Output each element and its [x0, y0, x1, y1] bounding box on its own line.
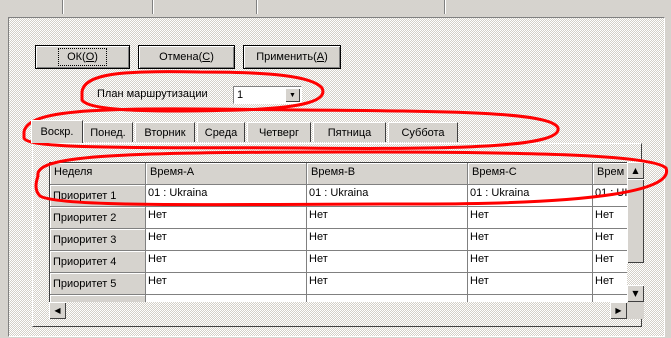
grid-cell[interactable]: [468, 295, 593, 302]
ok-label: ОК(: [67, 51, 86, 63]
grid-header-cell[interactable]: Время-С: [468, 163, 593, 185]
cancel-button[interactable]: Отмена(C): [138, 45, 235, 69]
routing-plan-label: План маршрутизации: [97, 88, 208, 100]
grid-cell[interactable]: Нет: [146, 207, 307, 229]
routing-grid[interactable]: Неделя Время-А Время-В Время-С Врем Прио…: [49, 162, 627, 302]
tab-thursday[interactable]: Четверг: [247, 122, 311, 142]
tab-wednesday[interactable]: Среда: [197, 122, 245, 142]
tab-friday[interactable]: Пятница: [313, 122, 386, 142]
scroll-corner: [627, 302, 644, 319]
grid-cell[interactable]: 01 : UI: [593, 185, 627, 207]
grid-cell[interactable]: Нет: [307, 251, 468, 273]
tab-saturday[interactable]: Суббота: [388, 122, 458, 142]
ok-accel: O: [85, 51, 95, 63]
tab-label: Суббота: [401, 126, 445, 139]
tab-tuesday[interactable]: Вторник: [135, 122, 195, 142]
grid-cell[interactable]: 01 : Ukraina: [146, 185, 307, 207]
tab-label: Воскр.: [40, 126, 74, 138]
scroll-thumb[interactable]: [627, 179, 644, 263]
grid-row-header[interactable]: Приоритет 4: [50, 251, 146, 273]
grid-cell[interactable]: Нет: [146, 251, 307, 273]
grid-cell[interactable]: Нет: [307, 207, 468, 229]
grid-cell[interactable]: Нет: [307, 273, 468, 295]
grid-cell[interactable]: Нет: [593, 207, 627, 229]
grid-row-header[interactable]: Приоритет 3: [50, 229, 146, 251]
ok-label-end: ): [94, 51, 98, 63]
vertical-scrollbar[interactable]: ▲ ▼: [627, 162, 644, 302]
cancel-accel: C: [202, 51, 211, 63]
routing-plan-select[interactable]: 1 ▼: [233, 86, 302, 104]
grid-cell[interactable]: Нет: [593, 251, 627, 273]
grid-cell[interactable]: [307, 295, 468, 302]
arrow-left-icon[interactable]: ◀: [49, 302, 66, 319]
apply-button[interactable]: Применить(A): [243, 45, 341, 69]
tab-label: Понед.: [90, 126, 126, 139]
grid-cell[interactable]: [593, 295, 627, 302]
cancel-label-end: ): [210, 51, 214, 63]
tab-sunday[interactable]: Воскр.: [31, 120, 83, 143]
grid-row-header[interactable]: Приоритет 2: [50, 207, 146, 229]
apply-accel: A: [316, 51, 325, 63]
routing-plan-value: 1: [237, 89, 244, 101]
grid-cell[interactable]: Нет: [593, 273, 627, 295]
grid-cell[interactable]: Нет: [468, 273, 593, 295]
grid-cell[interactable]: Нет: [468, 251, 593, 273]
arrow-up-icon[interactable]: ▲: [627, 162, 644, 179]
top-divider: [62, 0, 64, 14]
arrow-right-icon[interactable]: ▶: [610, 302, 627, 319]
grid-cell[interactable]: Нет: [593, 229, 627, 251]
grid-cell[interactable]: Нет: [468, 207, 593, 229]
chevron-down-icon[interactable]: ▼: [285, 88, 300, 102]
top-divider: [256, 0, 258, 14]
grid-cell[interactable]: Нет: [307, 229, 468, 251]
top-divider: [152, 0, 154, 14]
apply-label-end: ): [324, 51, 328, 63]
grid-cell[interactable]: Нет: [146, 273, 307, 295]
tab-label: Пятница: [327, 126, 372, 139]
grid-row-header[interactable]: Приоритет 5: [50, 273, 146, 295]
grid-header-cell[interactable]: Врем: [593, 163, 627, 185]
tab-label: Вторник: [144, 126, 186, 139]
grid-cell[interactable]: 01 : Ukraina: [307, 185, 468, 207]
tab-label: Среда: [204, 126, 238, 139]
ok-button[interactable]: ОК(O): [35, 45, 130, 69]
arrow-down-icon[interactable]: ▼: [627, 285, 644, 302]
grid-row-header[interactable]: [50, 295, 146, 302]
horizontal-scrollbar[interactable]: ◀ ▶: [49, 302, 627, 319]
top-tab-strip: [0, 0, 671, 18]
grid-cell[interactable]: Нет: [146, 229, 307, 251]
apply-label: Применить(: [256, 51, 317, 63]
grid-header-cell[interactable]: Неделя: [50, 163, 146, 185]
grid-header-cell[interactable]: Время-А: [146, 163, 307, 185]
top-divider: [444, 0, 446, 14]
grid-header-cell[interactable]: Время-В: [307, 163, 468, 185]
grid-cell[interactable]: Нет: [468, 229, 593, 251]
cancel-label: Отмена(: [159, 51, 203, 63]
grid-row-header[interactable]: Приоритет 1: [50, 185, 146, 207]
grid-cell[interactable]: 01 : Ukraina: [468, 185, 593, 207]
tab-label: Четверг: [258, 126, 300, 139]
grid-cell[interactable]: [146, 295, 307, 302]
tab-monday[interactable]: Понед.: [83, 122, 133, 142]
